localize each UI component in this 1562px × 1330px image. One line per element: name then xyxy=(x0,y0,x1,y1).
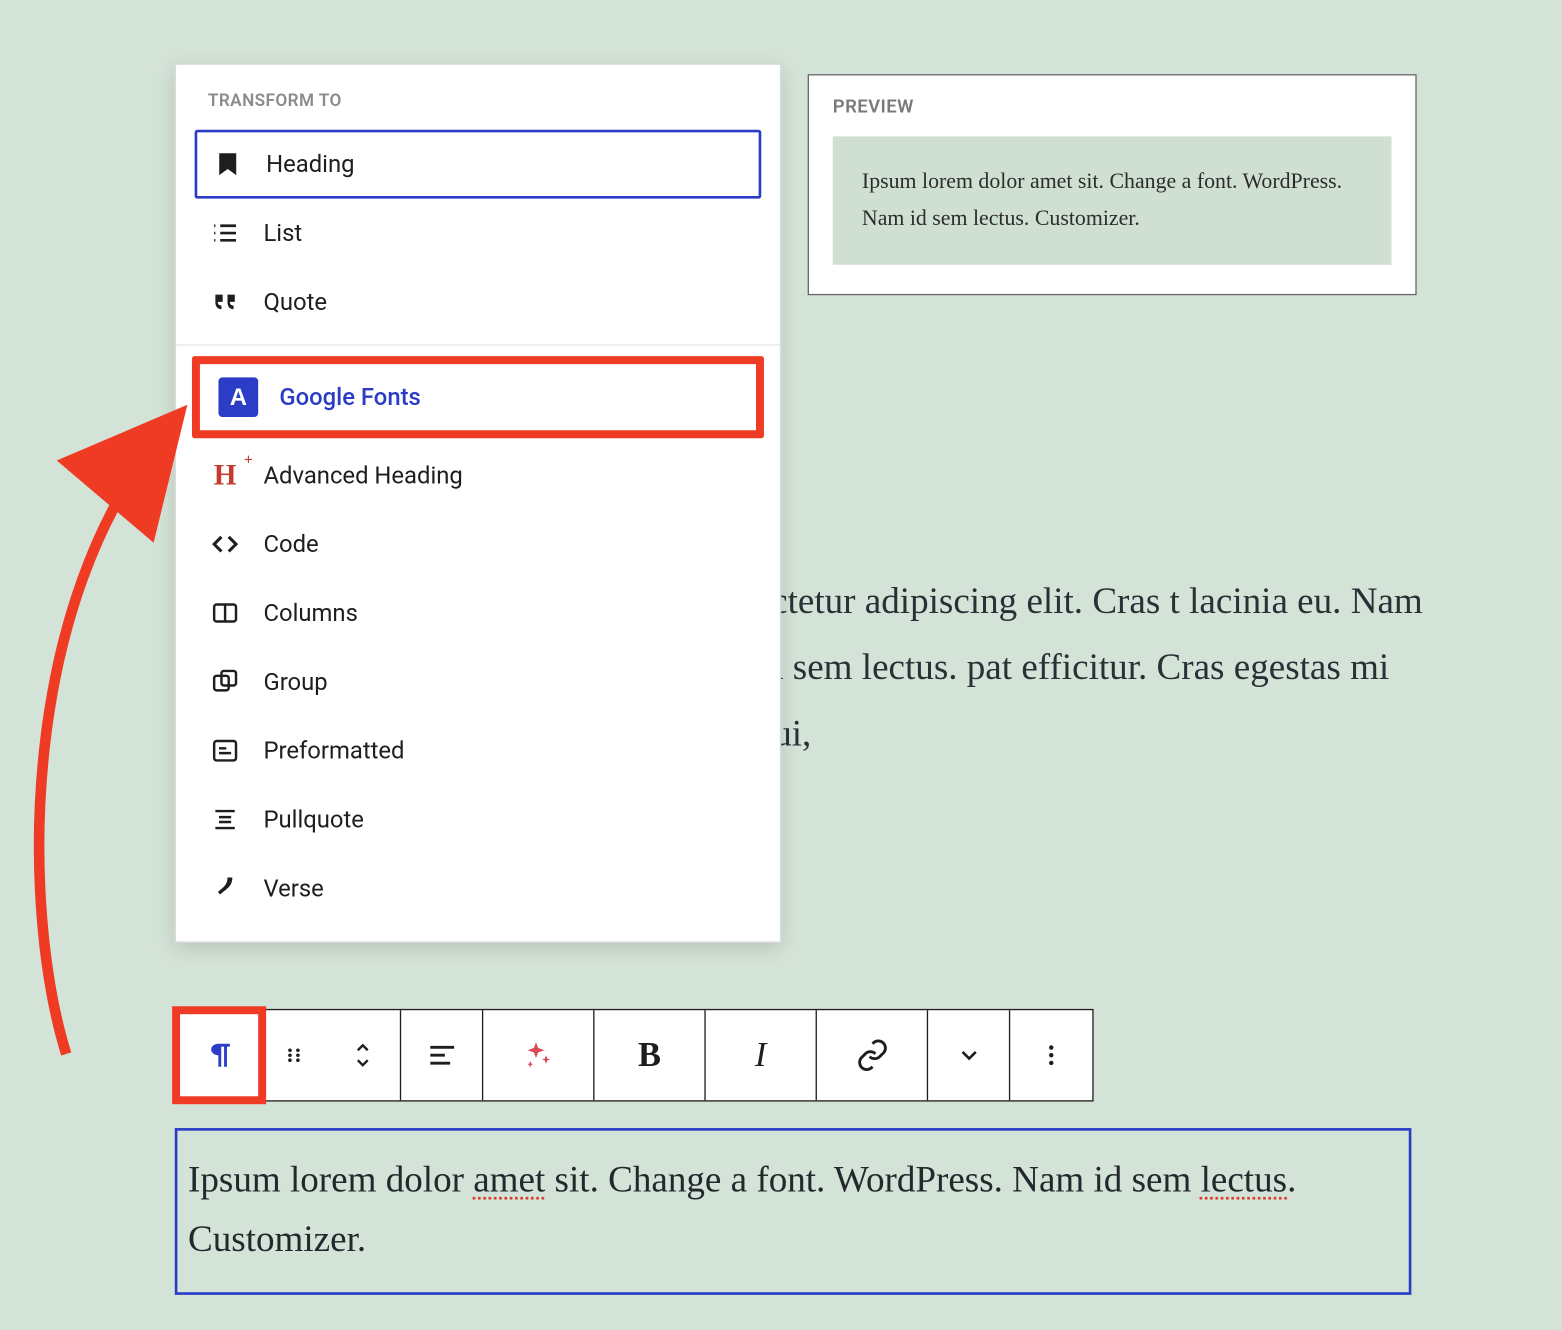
preview-text: Ipsum lorem dolor amet sit. Change a fon… xyxy=(862,163,1362,238)
bold-button[interactable]: B xyxy=(594,1010,705,1100)
transform-item-google-fonts[interactable]: A Google Fonts xyxy=(200,364,756,430)
sparkles-icon xyxy=(521,1038,555,1072)
pullquote-icon xyxy=(208,802,242,836)
align-button[interactable] xyxy=(401,1010,483,1100)
spellcheck-word: amet xyxy=(473,1160,545,1201)
transform-heading: TRANSFORM TO xyxy=(176,91,780,129)
transform-dropdown: TRANSFORM TO Heading List Quote xyxy=(175,64,781,943)
annotation-highlight-google-fonts: A Google Fonts xyxy=(192,356,764,438)
para-frag: sit. Change a font. WordPress. Nam id se… xyxy=(545,1160,1200,1201)
transform-item-label: Google Fonts xyxy=(279,383,420,411)
columns-icon xyxy=(208,596,242,630)
options-button[interactable] xyxy=(1010,1010,1092,1100)
transform-item-label: Preformatted xyxy=(263,737,404,765)
italic-button[interactable]: I xyxy=(706,1010,817,1100)
transform-item-advanced-heading[interactable]: H+ Advanced Heading xyxy=(176,441,780,510)
google-fonts-badge-icon: A xyxy=(218,377,258,417)
bold-label: B xyxy=(638,1035,661,1075)
transform-item-label: Quote xyxy=(263,288,327,316)
paragraph-icon xyxy=(202,1038,236,1072)
transform-item-label: Heading xyxy=(266,150,354,178)
drag-icon xyxy=(282,1043,306,1067)
paragraph-block-button[interactable] xyxy=(176,1010,263,1100)
transform-item-quote[interactable]: Quote xyxy=(176,267,780,336)
bookmark-icon xyxy=(211,147,245,181)
verse-icon xyxy=(208,871,242,905)
align-left-icon xyxy=(426,1039,458,1071)
quote-icon xyxy=(208,285,242,319)
transform-item-label: Pullquote xyxy=(263,806,363,834)
move-updown[interactable] xyxy=(324,1010,401,1100)
preview-inner: Ipsum lorem dolor amet sit. Change a fon… xyxy=(833,136,1392,264)
more-vertical-icon xyxy=(1038,1042,1064,1068)
transform-item-verse[interactable]: Verse xyxy=(176,854,780,923)
more-text-button[interactable] xyxy=(928,1010,1010,1100)
transform-item-heading[interactable]: Heading xyxy=(195,130,762,199)
para-frag: Ipsum lorem dolor xyxy=(188,1160,473,1201)
preformatted-icon xyxy=(208,733,242,767)
transform-item-label: Advanced Heading xyxy=(263,461,462,489)
transform-item-list[interactable]: List xyxy=(176,199,780,268)
transform-item-label: Code xyxy=(263,530,318,558)
transform-item-label: Group xyxy=(263,668,327,696)
block-toolbar: B I xyxy=(175,1009,1094,1102)
group-icon xyxy=(208,665,242,699)
code-icon xyxy=(208,527,242,561)
transform-item-preformatted[interactable]: Preformatted xyxy=(176,716,780,785)
transform-item-pullquote[interactable]: Pullquote xyxy=(176,785,780,854)
link-icon xyxy=(855,1038,889,1072)
paragraph-text[interactable]: Ipsum lorem dolor amet sit. Change a fon… xyxy=(188,1152,1398,1271)
transform-section-1: Heading List Quote xyxy=(176,130,780,337)
advanced-heading-icon: H+ xyxy=(208,458,242,492)
list-icon xyxy=(208,216,242,250)
transform-item-label: Verse xyxy=(263,875,323,903)
transform-item-code[interactable]: Code xyxy=(176,510,780,579)
paragraph-block[interactable]: Ipsum lorem dolor amet sit. Change a fon… xyxy=(175,1128,1412,1294)
preview-panel: PREVIEW Ipsum lorem dolor amet sit. Chan… xyxy=(808,74,1417,295)
transform-item-columns[interactable]: Columns xyxy=(176,579,780,648)
transform-item-label: Columns xyxy=(263,599,357,627)
italic-label: I xyxy=(755,1035,766,1075)
chevrons-vertical-icon xyxy=(350,1038,374,1072)
drag-handle[interactable] xyxy=(263,1010,324,1100)
chevron-down-icon xyxy=(955,1042,981,1068)
ai-sparkles-button[interactable] xyxy=(483,1010,594,1100)
transform-section-2: A Google Fonts H+ Advanced Heading Code … xyxy=(176,344,780,923)
transform-item-label: List xyxy=(263,219,302,247)
spellcheck-word: lectus xyxy=(1201,1160,1287,1201)
preview-heading: PREVIEW xyxy=(833,97,1392,118)
transform-item-group[interactable]: Group xyxy=(176,647,780,716)
link-button[interactable] xyxy=(817,1010,928,1100)
